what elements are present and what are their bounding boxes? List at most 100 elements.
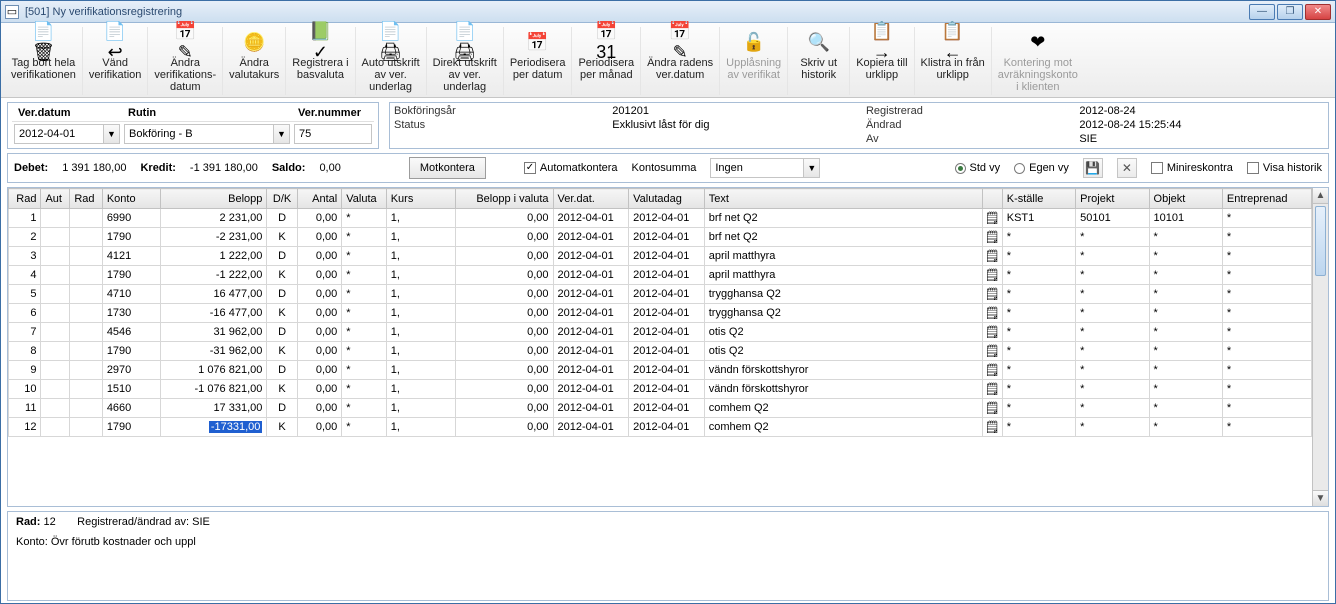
rutin-input[interactable]: Bokföring - B (124, 124, 274, 144)
cell-belopp-i-valuta[interactable]: 0,00 (455, 247, 553, 266)
cell-valutadag[interactable]: 2012-04-01 (629, 247, 705, 266)
cell-entreprenad[interactable]: * (1222, 209, 1311, 228)
column-header-beloppvaluta[interactable]: Belopp i valuta (455, 189, 553, 209)
cell-valuta[interactable]: * (342, 247, 386, 266)
cell-verdat[interactable]: 2012-04-01 (553, 361, 629, 380)
cell-text[interactable]: comhem Q2 (704, 399, 982, 418)
cell-dk[interactable]: K (267, 380, 297, 399)
cell-antal[interactable]: 0,00 (297, 361, 341, 380)
cell-rad2[interactable] (70, 247, 102, 266)
cell-kurs[interactable]: 1, (386, 380, 455, 399)
cell-verdat[interactable]: 2012-04-01 (553, 247, 629, 266)
cell-dk[interactable]: K (267, 228, 297, 247)
cell-dk[interactable]: D (267, 209, 297, 228)
cell-note[interactable]: 🗒 (982, 247, 1002, 266)
cell-text[interactable]: trygghansa Q2 (704, 285, 982, 304)
cell-antal[interactable]: 0,00 (297, 380, 341, 399)
cell-kurs[interactable]: 1, (386, 285, 455, 304)
cell-belopp[interactable]: 1 076 821,00 (160, 361, 267, 380)
cell-projekt[interactable]: * (1076, 380, 1149, 399)
cell-valuta[interactable]: * (342, 418, 386, 437)
minimize-button[interactable]: — (1249, 4, 1275, 20)
cell-note[interactable]: 🗒 (982, 323, 1002, 342)
cell-valutadag[interactable]: 2012-04-01 (629, 399, 705, 418)
cell-dk[interactable]: K (267, 342, 297, 361)
vernummer-input[interactable]: 75 (294, 124, 372, 144)
cell-valutadag[interactable]: 2012-04-01 (629, 342, 705, 361)
cell-entreprenad[interactable]: * (1222, 342, 1311, 361)
cell-kstalle[interactable]: * (1002, 361, 1075, 380)
cell-projekt[interactable]: * (1076, 304, 1149, 323)
toolbar-button[interactable]: 📄🗑Tag bort hela verifikationen (5, 27, 83, 95)
cell-valuta[interactable]: * (342, 380, 386, 399)
cell-entreprenad[interactable]: * (1222, 380, 1311, 399)
cell-note[interactable]: 🗒 (982, 342, 1002, 361)
cell-projekt[interactable]: * (1076, 323, 1149, 342)
cell-objekt[interactable]: * (1149, 342, 1222, 361)
cell-verdat[interactable]: 2012-04-01 (553, 418, 629, 437)
scroll-thumb[interactable] (1315, 206, 1326, 276)
toolbar-button[interactable]: 📅Periodisera per datum (504, 27, 573, 95)
cell-konto[interactable]: 4660 (102, 399, 160, 418)
cell-entreprenad[interactable]: * (1222, 247, 1311, 266)
egenvy-radio[interactable]: Egen vy (1014, 162, 1069, 174)
cell-entreprenad[interactable]: * (1222, 361, 1311, 380)
cell-antal[interactable]: 0,00 (297, 342, 341, 361)
cell-verdat[interactable]: 2012-04-01 (553, 380, 629, 399)
toolbar-button[interactable]: 📗✓Registrera i basvaluta (286, 27, 355, 95)
cell-rad2[interactable] (70, 285, 102, 304)
column-header-aut[interactable]: Aut (41, 189, 70, 209)
cell-rad[interactable]: 3 (9, 247, 41, 266)
cell-note[interactable]: 🗒 (982, 228, 1002, 247)
cell-dk[interactable]: D (267, 399, 297, 418)
cell-kstalle[interactable]: KST1 (1002, 209, 1075, 228)
cell-aut[interactable] (41, 323, 70, 342)
belopp-editing[interactable]: -17331,00 (209, 421, 263, 433)
cell-verdat[interactable]: 2012-04-01 (553, 209, 629, 228)
cell-belopp-i-valuta[interactable]: 0,00 (455, 228, 553, 247)
cell-rad[interactable]: 5 (9, 285, 41, 304)
column-header-entreprenad[interactable]: Entreprenad (1222, 189, 1311, 209)
cell-projekt[interactable]: * (1076, 418, 1149, 437)
kontosumma-dropdown-icon[interactable]: ▼ (804, 158, 820, 178)
cell-konto[interactable]: 4710 (102, 285, 160, 304)
cell-belopp-i-valuta[interactable]: 0,00 (455, 380, 553, 399)
verdatum-dropdown-icon[interactable]: ▼ (104, 124, 120, 144)
cell-belopp[interactable]: 31 962,00 (160, 323, 267, 342)
cell-valuta[interactable]: * (342, 361, 386, 380)
cell-antal[interactable]: 0,00 (297, 304, 341, 323)
cell-objekt[interactable]: * (1149, 228, 1222, 247)
column-header-belopp[interactable]: Belopp (160, 189, 267, 209)
cell-konto[interactable]: 4546 (102, 323, 160, 342)
stdvy-radio[interactable]: Std vy (955, 162, 1001, 174)
cell-note[interactable]: 🗒 (982, 361, 1002, 380)
cell-belopp[interactable]: -1 222,00 (160, 266, 267, 285)
visahistorik-checkbox[interactable]: Visa historik (1247, 162, 1322, 174)
cell-objekt[interactable]: * (1149, 304, 1222, 323)
table-row[interactable]: 11466017 331,00D0,00*1,0,002012-04-01201… (9, 399, 1312, 418)
table-row[interactable]: 169902 231,00D0,00*1,0,002012-04-012012-… (9, 209, 1312, 228)
cell-valutadag[interactable]: 2012-04-01 (629, 304, 705, 323)
cell-entreprenad[interactable]: * (1222, 228, 1311, 247)
cell-valutadag[interactable]: 2012-04-01 (629, 323, 705, 342)
minireskontra-checkbox[interactable]: Minireskontra (1151, 162, 1233, 174)
cell-valutadag[interactable]: 2012-04-01 (629, 228, 705, 247)
column-header-objekt[interactable]: Objekt (1149, 189, 1222, 209)
cell-rad2[interactable] (70, 361, 102, 380)
cell-valutadag[interactable]: 2012-04-01 (629, 361, 705, 380)
table-row[interactable]: 61730-16 477,00K0,00*1,0,002012-04-01201… (9, 304, 1312, 323)
cell-projekt[interactable]: 50101 (1076, 209, 1149, 228)
cell-rad[interactable]: 12 (9, 418, 41, 437)
cell-belopp-i-valuta[interactable]: 0,00 (455, 304, 553, 323)
scroll-down-icon[interactable]: ▼ (1313, 490, 1328, 506)
cell-rad2[interactable] (70, 342, 102, 361)
cell-dk[interactable]: D (267, 361, 297, 380)
cell-antal[interactable]: 0,00 (297, 323, 341, 342)
cell-rad[interactable]: 1 (9, 209, 41, 228)
cell-kurs[interactable]: 1, (386, 399, 455, 418)
cell-belopp[interactable]: 17 331,00 (160, 399, 267, 418)
table-row[interactable]: 21790-2 231,00K0,00*1,0,002012-04-012012… (9, 228, 1312, 247)
cell-belopp[interactable]: -1 076 821,00 (160, 380, 267, 399)
toolbar-button[interactable]: 📋→Kopiera till urklipp (850, 27, 914, 95)
cell-kstalle[interactable]: * (1002, 418, 1075, 437)
